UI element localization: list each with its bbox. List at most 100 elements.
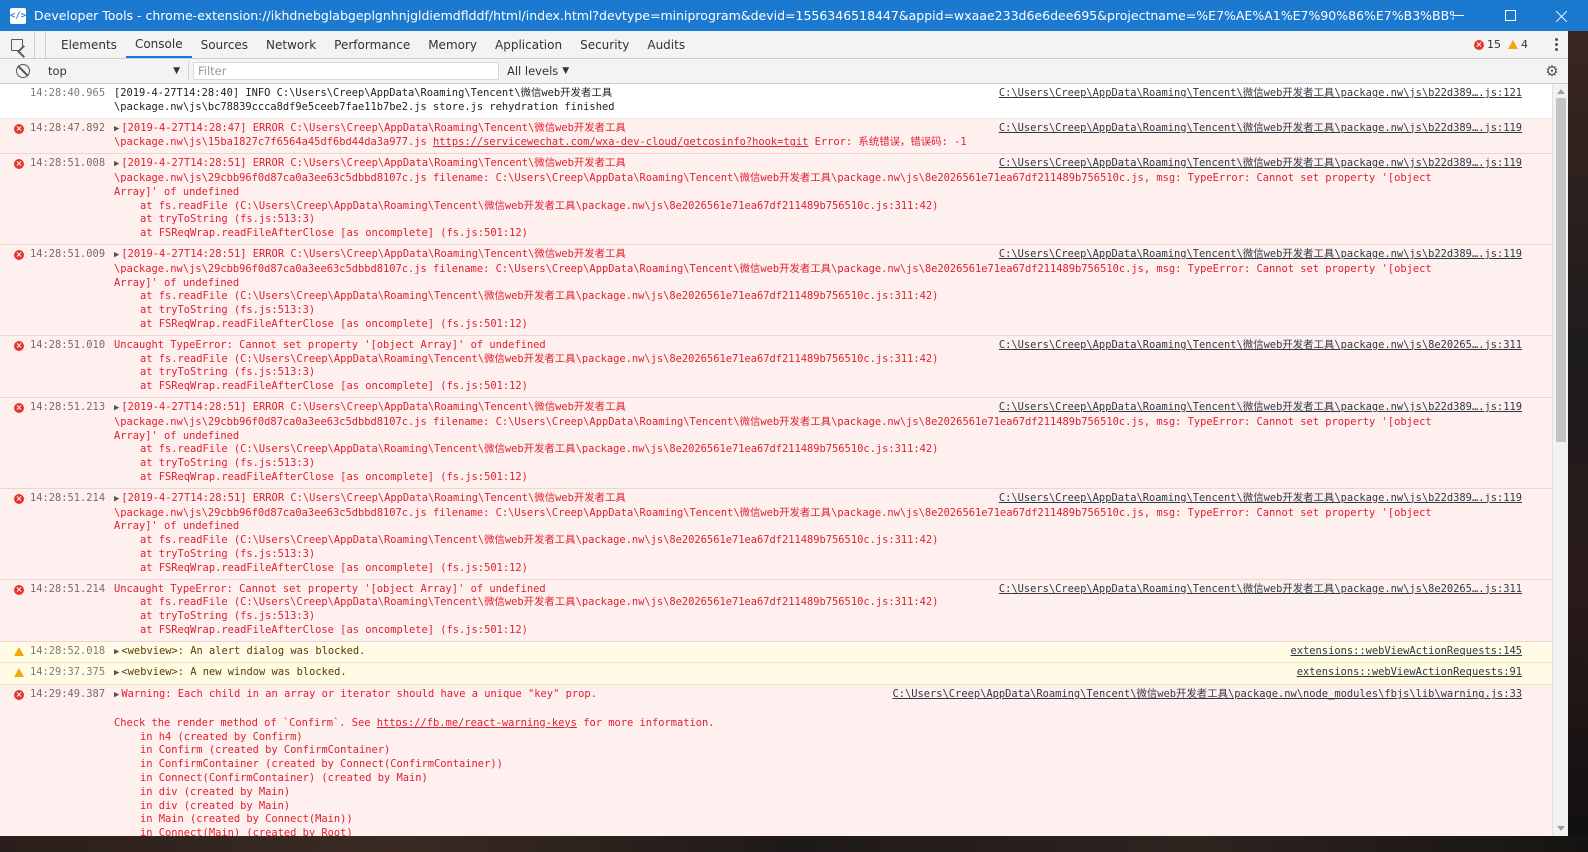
stack-frame: in Connect(ConfirmContainer) (created by… bbox=[140, 772, 428, 785]
message-line: \package.nw\js\15ba1827c7f6564a45df6bd44… bbox=[114, 136, 434, 149]
message-timestamp: 14:29:49.387 bbox=[30, 688, 106, 701]
message-line: for more information. bbox=[576, 716, 715, 729]
scroll-down-icon[interactable] bbox=[1557, 826, 1565, 831]
message-line: Array]' of undefined bbox=[114, 185, 240, 198]
warning-count: 4 bbox=[1521, 38, 1528, 51]
tab-console[interactable]: Console bbox=[125, 31, 192, 58]
message-timestamp: 14:29:37.375 bbox=[30, 666, 106, 679]
stack-frame: at FSReqWrap.readFileAfterClose [as onco… bbox=[140, 470, 528, 483]
close-button[interactable] bbox=[1536, 0, 1588, 31]
message-url-link[interactable]: https://fb.me/react-warning-keys bbox=[377, 717, 577, 729]
message-text: Array]' of undefined bbox=[114, 520, 1522, 534]
expand-triangle-icon[interactable]: ▶ bbox=[114, 690, 119, 700]
console-message-error[interactable]: × 14:29:49.387 C:\Users\Creep\AppData\Roam… bbox=[0, 685, 1552, 836]
message-line: \package.nw\js\bc78839ccca8df9e5ceeb7fae… bbox=[114, 100, 615, 113]
message-source-link[interactable]: C:\Users\Creep\AppData\Roaming\Tencent\微… bbox=[999, 492, 1522, 506]
console-message-error[interactable]: × 14:28:51.214 C:\Users\Creep\AppData\Roam… bbox=[0, 488, 1552, 580]
message-line: [2019-4-27T14:28:51] ERROR C:\Users\Cree… bbox=[121, 400, 626, 413]
message-line: Array]' of undefined bbox=[114, 429, 240, 442]
gear-icon[interactable]: ⚙ bbox=[1544, 63, 1560, 79]
message-source-link[interactable]: C:\Users\Creep\AppData\Roaming\Tencent\微… bbox=[999, 583, 1522, 597]
warning-icon bbox=[1508, 40, 1518, 49]
message-line: \package.nw\js\29cbb96f0d87ca0a3ee63c5db… bbox=[114, 506, 1432, 519]
message-source-link[interactable]: C:\Users\Creep\AppData\Roaming\Tencent\微… bbox=[999, 339, 1522, 353]
message-url-link[interactable]: https://servicewechat.com/wxa-dev-cloud/… bbox=[433, 136, 808, 148]
device-toolbar-divider bbox=[35, 31, 46, 58]
error-icon: × bbox=[14, 402, 24, 413]
window-title: Developer Tools - chrome-extension://ikh… bbox=[34, 8, 1454, 23]
console-message-info[interactable]: 14:28:40.965 C:\Users\Creep\AppData\Roami… bbox=[0, 84, 1552, 119]
tab-performance[interactable]: Performance bbox=[325, 31, 419, 58]
error-icon: × bbox=[14, 340, 24, 351]
message-line: Array]' of undefined bbox=[114, 520, 240, 533]
stack-frame: at fs.readFile (C:\Users\Creep\AppData\R… bbox=[140, 534, 939, 547]
message-line: \package.nw\js\29cbb96f0d87ca0a3ee63c5db… bbox=[114, 171, 1432, 184]
tab-application[interactable]: Application bbox=[486, 31, 571, 58]
message-line: [2019-4-27T14:28:51] ERROR C:\Users\Cree… bbox=[121, 247, 626, 260]
desktop-background bbox=[0, 836, 1588, 852]
tab-memory[interactable]: Memory bbox=[419, 31, 486, 58]
console-message-error[interactable]: × 14:28:51.010 C:\Users\Creep\AppData\Roam… bbox=[0, 335, 1552, 398]
message-source-link[interactable]: C:\Users\Creep\AppData\Roaming\Tencent\微… bbox=[999, 122, 1522, 136]
minimize-icon bbox=[1452, 15, 1464, 16]
title-bar: </> Developer Tools - chrome-extension:/… bbox=[0, 0, 1588, 31]
stack-frame: in ConfirmContainer (created by Connect(… bbox=[140, 758, 503, 771]
scroll-thumb[interactable] bbox=[1556, 98, 1566, 442]
maximize-button[interactable] bbox=[1484, 0, 1536, 31]
log-levels-select[interactable]: All levels ▼ bbox=[507, 64, 569, 78]
context-value: top bbox=[48, 64, 67, 78]
message-source-link[interactable]: extensions::webViewActionRequests:91 bbox=[1297, 666, 1522, 680]
context-select[interactable]: top ▼ bbox=[48, 61, 189, 81]
expand-triangle-icon[interactable]: ▶ bbox=[114, 647, 119, 657]
clear-console-icon[interactable] bbox=[16, 64, 30, 78]
expand-triangle-icon[interactable]: ▶ bbox=[114, 159, 119, 169]
expand-triangle-icon[interactable]: ▶ bbox=[114, 494, 119, 504]
message-timestamp: 14:28:40.965 bbox=[30, 87, 106, 99]
expand-triangle-icon[interactable]: ▶ bbox=[114, 124, 119, 134]
console-message-error[interactable]: × 14:28:47.892 C:\Users\Creep\AppData\Roam… bbox=[0, 118, 1552, 155]
stack-frame: at FSReqWrap.readFileAfterClose [as onco… bbox=[140, 317, 528, 330]
log-levels-value: All levels bbox=[507, 64, 559, 78]
minimize-button[interactable] bbox=[1432, 0, 1484, 31]
message-source-link[interactable]: C:\Users\Creep\AppData\Roaming\Tencent\微… bbox=[893, 688, 1523, 702]
message-timestamp: 14:28:51.010 bbox=[30, 338, 106, 351]
console-message-error[interactable]: × 14:28:51.008 C:\Users\Creep\AppData\Roam… bbox=[0, 154, 1552, 245]
console-message-warn[interactable]: 14:28:52.018 extensions::webViewActionReq… bbox=[0, 641, 1552, 664]
message-source-link[interactable]: C:\Users\Creep\AppData\Roaming\Tencent\微… bbox=[999, 248, 1522, 262]
tab-audits[interactable]: Audits bbox=[638, 31, 694, 58]
console-message-warn[interactable]: 14:29:37.375 extensions::webViewActionReq… bbox=[0, 663, 1552, 686]
tab-sources[interactable]: Sources bbox=[192, 31, 257, 58]
message-source-link[interactable]: C:\Users\Creep\AppData\Roaming\Tencent\微… bbox=[999, 401, 1522, 415]
more-options-icon[interactable] bbox=[1555, 38, 1558, 53]
console-message-error[interactable]: × 14:28:51.214 C:\Users\Creep\AppData\Roam… bbox=[0, 579, 1552, 642]
message-timestamp: 14:28:47.892 bbox=[30, 121, 106, 134]
message-source-link[interactable]: C:\Users\Creep\AppData\Roaming\Tencent\微… bbox=[999, 87, 1522, 101]
tab-security[interactable]: Security bbox=[571, 31, 638, 58]
devtools-icon: </> bbox=[10, 7, 26, 24]
filter-input[interactable] bbox=[193, 62, 499, 80]
stack-frame: at fs.readFile (C:\Users\Creep\AppData\R… bbox=[140, 596, 939, 609]
inspect-element-button[interactable] bbox=[0, 31, 35, 58]
message-source-link[interactable]: extensions::webViewActionRequests:145 bbox=[1291, 645, 1522, 659]
maximize-icon bbox=[1504, 10, 1516, 21]
tab-elements[interactable]: Elements bbox=[52, 31, 126, 58]
console-scrollbar[interactable] bbox=[1552, 84, 1569, 836]
expand-triangle-icon[interactable]: ▶ bbox=[114, 250, 119, 260]
message-line: [2019-4-27T14:28:40] INFO C:\Users\Creep… bbox=[114, 87, 613, 99]
console-message-error[interactable]: × 14:28:51.213 C:\Users\Creep\AppData\Roam… bbox=[0, 397, 1552, 489]
expand-triangle-icon[interactable]: ▶ bbox=[114, 668, 119, 678]
message-text: Array]' of undefined bbox=[114, 277, 1522, 291]
message-line: [2019-4-27T14:28:51] ERROR C:\Users\Cree… bbox=[121, 157, 626, 170]
tab-network[interactable]: Network bbox=[257, 31, 325, 58]
message-timestamp: 14:28:51.213 bbox=[30, 400, 106, 413]
message-text: \package.nw\js\29cbb96f0d87ca0a3ee63c5db… bbox=[114, 507, 1522, 521]
panel-tabs: Elements Console Sources Network Performance… bbox=[52, 31, 694, 58]
message-source-link[interactable]: C:\Users\Creep\AppData\Roaming\Tencent\微… bbox=[999, 157, 1522, 171]
expand-triangle-icon[interactable]: ▶ bbox=[114, 403, 119, 413]
message-line: Check the render method of `Confirm`. Se… bbox=[114, 716, 377, 729]
console-message-error[interactable]: × 14:28:51.009 C:\Users\Creep\AppData\Roam… bbox=[0, 244, 1552, 336]
stack-frame: at tryToString (fs.js:513:3) bbox=[140, 366, 316, 379]
stack-frame: at FSReqWrap.readFileAfterClose [as onco… bbox=[140, 561, 528, 574]
issue-counts[interactable]: × 15 4 bbox=[1474, 31, 1528, 58]
scroll-up-icon[interactable] bbox=[1557, 89, 1565, 94]
